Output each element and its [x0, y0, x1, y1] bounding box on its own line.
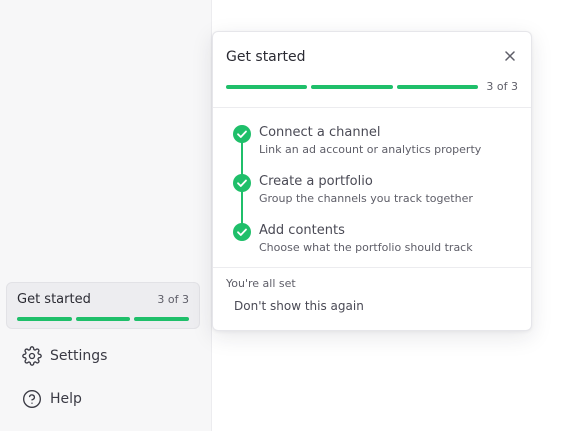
get-started-card-progress — [17, 317, 190, 321]
gear-icon — [22, 346, 42, 366]
close-icon[interactable] — [503, 48, 517, 62]
popover-progress-count: 3 of 3 — [486, 80, 518, 93]
sidebar-item-label: Settings — [50, 348, 108, 364]
sidebar-item-settings[interactable]: Settings — [22, 346, 107, 366]
progress-segment — [134, 317, 190, 321]
dont-show-again-link[interactable]: Don't show this again — [234, 299, 364, 313]
progress-segment — [311, 85, 393, 89]
check-circle-icon — [233, 125, 251, 143]
step-title: Connect a channel — [259, 125, 381, 140]
check-circle-icon — [233, 223, 251, 241]
help-circle-icon — [22, 389, 42, 409]
progress-segment — [75, 317, 131, 321]
get-started-card-title: Get started — [17, 292, 91, 307]
step-title: Create a portfolio — [259, 174, 373, 189]
completion-status-text: You're all set — [226, 277, 296, 290]
popover-progress — [226, 85, 478, 89]
divider — [213, 267, 531, 268]
step-description: Group the channels you track together — [259, 192, 473, 205]
sidebar-item-help[interactable]: Help — [22, 389, 82, 409]
sidebar-item-label: Help — [50, 391, 82, 407]
step-description: Link an ad account or analytics property — [259, 143, 482, 156]
step-title: Add contents — [259, 223, 345, 238]
progress-segment — [17, 317, 72, 321]
get-started-card-count: 3 of 3 — [157, 293, 189, 306]
sidebar: Get started 3 of 3 Settings Help — [0, 0, 212, 431]
get-started-popover: Get started 3 of 3 Connect a channel Lin… — [212, 31, 532, 331]
progress-segment — [226, 85, 308, 89]
get-started-card[interactable]: Get started 3 of 3 — [6, 282, 200, 329]
divider — [213, 107, 531, 108]
progress-segment — [396, 85, 478, 89]
step-description: Choose what the portfolio should track — [259, 241, 473, 254]
check-circle-icon — [233, 174, 251, 192]
popover-title: Get started — [226, 49, 306, 65]
